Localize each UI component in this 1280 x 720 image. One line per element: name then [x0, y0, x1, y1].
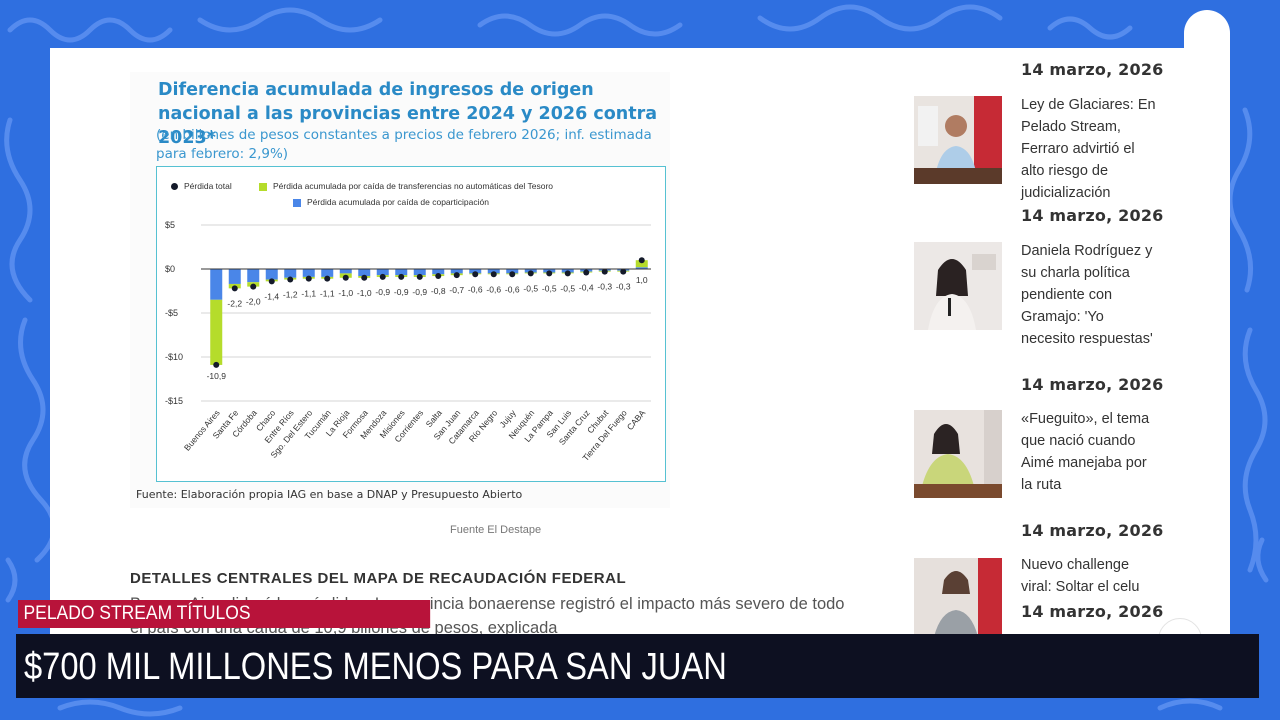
thumbnail-image-2 [914, 242, 1002, 330]
sidebar-item-title-2[interactable]: Daniela Rodríguez y su charla política p… [1021, 240, 1161, 350]
total-data-label: -10,9 [207, 371, 227, 381]
total-point [305, 275, 312, 282]
total-point [527, 270, 534, 277]
total-data-label: -0,6 [505, 284, 520, 294]
total-point [268, 278, 275, 285]
total-data-label: -0,6 [468, 284, 483, 294]
sidebar-item-date-3: 14 marzo, 2026 [1021, 521, 1164, 540]
total-data-label: 1,0 [636, 275, 648, 285]
total-data-label: -0,9 [412, 287, 427, 297]
total-point [250, 283, 257, 290]
sidebar-thumb-3[interactable] [914, 410, 1002, 498]
bar-copart [339, 269, 352, 274]
total-data-label: -1,2 [283, 290, 298, 300]
y-tick-label: $5 [165, 220, 175, 230]
total-data-label: -1,4 [264, 291, 279, 301]
bar-transfers [210, 299, 223, 365]
total-data-label: -1,1 [320, 289, 335, 299]
total-point [453, 272, 460, 279]
sidebar-item-title-1[interactable]: Ley de Glaciares: En Pelado Stream, Ferr… [1021, 94, 1161, 204]
bar-copart [265, 269, 278, 280]
sidebar-thumb-2[interactable] [914, 242, 1002, 330]
total-data-label: -0,5 [542, 283, 557, 293]
total-data-label: -0,3 [616, 282, 631, 292]
thumbnail-image-4 [914, 558, 1002, 646]
total-point [398, 273, 405, 280]
bar-copart [284, 269, 297, 278]
sidebar-thumb-4[interactable] [914, 558, 1002, 646]
figure-subtitle: (en billones de pesos constantes a preci… [156, 127, 652, 162]
total-point [601, 268, 608, 275]
total-data-label: -2,2 [227, 298, 242, 308]
total-point [509, 271, 516, 278]
total-data-label: -1,0 [338, 288, 353, 298]
sidebar-item-title-4[interactable]: Nuevo challenge viral: Soltar el celu [1021, 554, 1161, 598]
total-data-label: -2,0 [246, 297, 261, 307]
image-caption: Fuente El Destape [450, 524, 542, 536]
headline-bar: $700 MIL MILLONES MENOS PARA SAN JUAN [16, 634, 1259, 698]
total-data-label: -0,4 [579, 283, 594, 293]
total-point [213, 361, 220, 368]
total-point [361, 274, 368, 281]
total-point [342, 274, 349, 281]
sidebar-item-date-4: 14 marzo, 2026 [1021, 602, 1164, 621]
total-point [490, 271, 497, 278]
y-tick-label: $0 [165, 264, 175, 274]
x-category-label: CABA [625, 408, 648, 432]
bar-copart [228, 269, 241, 284]
total-data-label: -0,5 [560, 283, 575, 293]
total-point [287, 276, 294, 283]
article-page: Diferencia acumulada de ingresos de orig… [50, 48, 1230, 660]
y-tick-label: -$10 [165, 352, 183, 362]
total-point [435, 273, 442, 280]
show-label: PELADO STREAM TÍTULOS [18, 600, 431, 628]
total-data-label: -0,7 [449, 285, 464, 295]
total-data-label: -1,0 [357, 288, 372, 298]
total-point [324, 275, 331, 282]
sidebar-thumb-1[interactable] [914, 96, 1002, 184]
bar-copart [210, 269, 223, 300]
thumbnail-image-3 [914, 410, 1002, 498]
sidebar-top-date: 14 marzo, 2026 [1021, 60, 1164, 79]
infographic: Diferencia acumulada de ingresos de orig… [130, 72, 670, 508]
total-point [231, 285, 238, 292]
total-point [379, 273, 386, 280]
total-data-label: -1,1 [301, 289, 316, 299]
total-data-label: -0,3 [597, 282, 612, 292]
chart: Pérdida total Pérdida acumulada por caíd… [156, 166, 666, 482]
total-point [472, 271, 479, 278]
sidebar-item-date-2: 14 marzo, 2026 [1021, 375, 1164, 394]
total-point [564, 270, 571, 277]
y-tick-label: -$15 [165, 396, 183, 406]
total-data-label: -0,9 [394, 287, 409, 297]
total-point [546, 270, 553, 277]
total-data-label: -0,9 [375, 287, 390, 297]
total-point [416, 273, 423, 280]
sidebar-item-date-1: 14 marzo, 2026 [1021, 206, 1164, 225]
total-point [638, 257, 645, 264]
total-data-label: -0,6 [486, 284, 501, 294]
total-point [620, 268, 627, 275]
total-data-label: -0,8 [431, 286, 446, 296]
section-heading: DETALLES CENTRALES DEL MAPA DE RECAUDACI… [130, 570, 627, 587]
thumbnail-image-1 [914, 96, 1002, 184]
figure-source: Fuente: Elaboración propia IAG en base a… [136, 488, 523, 501]
sidebar-item-title-3[interactable]: «Fueguito», el tema que nació cuando Aim… [1021, 408, 1161, 496]
y-tick-label: -$5 [165, 308, 178, 318]
bar-copart [247, 269, 260, 283]
chart-plot: $5$0-$5-$10-$15-10,9Buenos Aires-2,2Sant… [165, 220, 651, 463]
total-point [583, 269, 590, 276]
headline-text: $700 MIL MILLONES MENOS PARA SAN JUAN [24, 646, 727, 688]
total-data-label: -0,5 [523, 283, 538, 293]
